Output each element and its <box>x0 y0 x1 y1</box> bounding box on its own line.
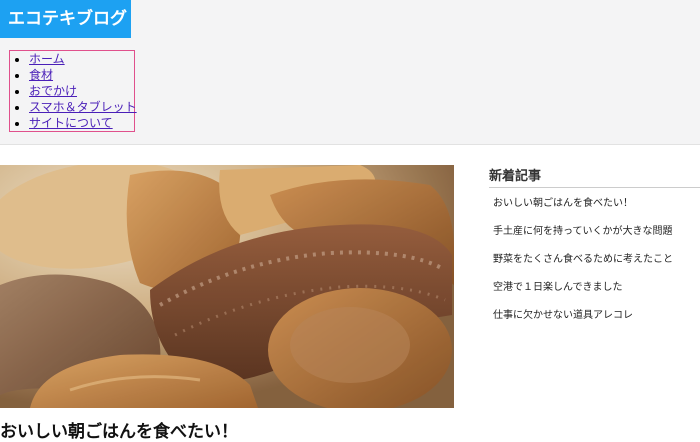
nav-item-about: サイトについて <box>29 115 134 131</box>
main-nav: ホーム 食材 おでかけ スマホ＆タブレット サイトについて <box>9 50 137 132</box>
recent-post-item: 手土産に何を持っていくかが大きな問題 <box>493 226 673 254</box>
nav-link-ingredients[interactable]: 食材 <box>29 68 53 82</box>
post-title[interactable]: おいしい朝ごはんを食べたい！ <box>0 417 238 442</box>
nav-link-home[interactable]: ホーム <box>29 52 65 66</box>
recent-post-item: 野菜をたくさん食べるために考えたこと <box>493 254 673 282</box>
nav-item-smartphone-tablet: スマホ＆タブレット <box>29 99 137 115</box>
nav-item-outings: おでかけ <box>29 83 134 99</box>
nav-item-ingredients: 食材 <box>29 67 134 83</box>
site-logo[interactable]: エコテキブログ <box>0 0 131 38</box>
recent-post-link[interactable]: 手土産に何を持っていくかが大きな問題 <box>493 226 673 237</box>
sidebar-title: 新着記事 <box>489 165 700 188</box>
recent-post-item: おいしい朝ごはんを食べたい！ <box>493 198 673 226</box>
recent-post-item: 仕事に欠かせない道具アレコレ <box>493 310 673 338</box>
recent-post-link[interactable]: 野菜をたくさん食べるために考えたこと <box>493 254 673 265</box>
recent-posts-list: おいしい朝ごはんを食べたい！ 手土産に何を持っていくかが大きな問題 野菜をたくさ… <box>493 198 673 338</box>
nav-item-home: ホーム <box>29 51 134 67</box>
site-header: エコテキブログ ホーム 食材 おでかけ スマホ＆タブレット サイトについて <box>0 0 700 145</box>
hero-image-bread <box>0 165 454 408</box>
nav-list: ホーム 食材 おでかけ スマホ＆タブレット サイトについて <box>10 51 137 131</box>
bread-photo <box>0 165 454 408</box>
recent-post-item: 空港で１日楽しんできました <box>493 282 673 310</box>
recent-post-link[interactable]: 仕事に欠かせない道具アレコレ <box>493 310 633 321</box>
nav-link-outings[interactable]: おでかけ <box>29 84 77 98</box>
nav-link-about[interactable]: サイトについて <box>29 116 113 130</box>
recent-post-link[interactable]: 空港で１日楽しんできました <box>493 282 623 293</box>
recent-post-link[interactable]: おいしい朝ごはんを食べたい！ <box>493 198 633 209</box>
nav-link-smartphone-tablet[interactable]: スマホ＆タブレット <box>29 100 137 114</box>
